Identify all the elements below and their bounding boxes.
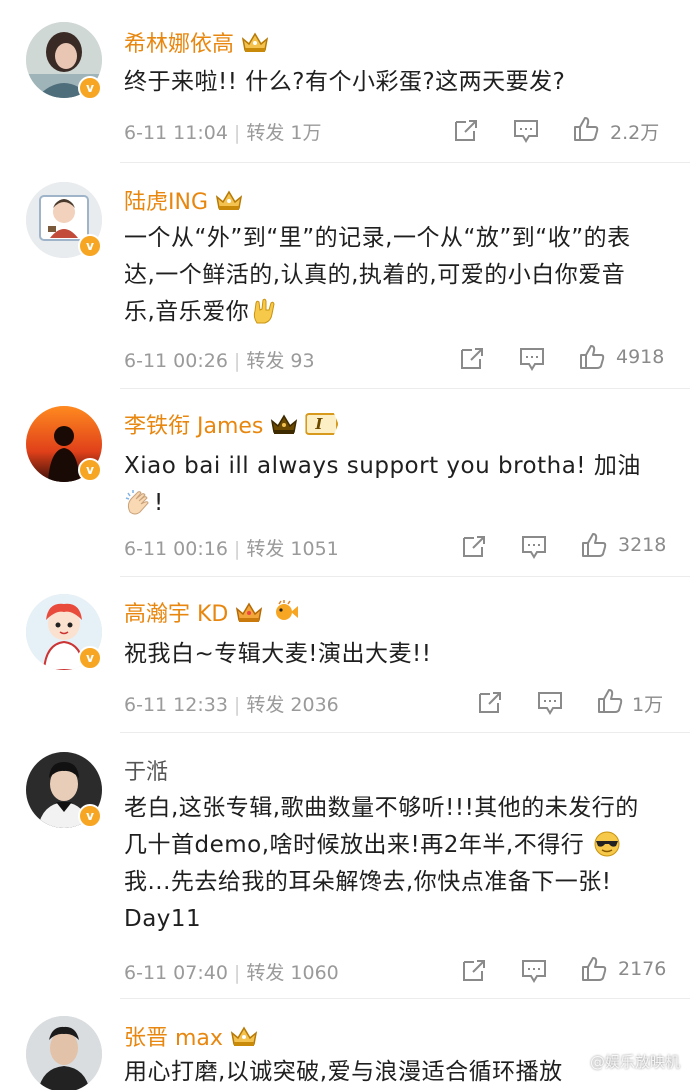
crown-icon: [229, 1024, 259, 1048]
comment-text: 老白,这张专辑,歌曲数量不够听!!!其他的未发行的几十首demo,啥时候放出来!…: [124, 790, 654, 938]
author-name[interactable]: 李铁衔 James I: [124, 408, 339, 440]
comment-3: v 李铁衔 James I Xiao bai ill always suppor…: [0, 388, 690, 576]
share-icon[interactable]: [460, 958, 488, 984]
avatar[interactable]: [26, 1016, 102, 1090]
comment-5: v 于湉 老白,这张专辑,歌曲数量不够听!!!其他的未发行的几十首demo,啥时…: [0, 732, 690, 998]
author-name[interactable]: 陆虎ING: [124, 184, 244, 216]
share-icon[interactable]: [460, 534, 488, 560]
like-icon[interactable]: [580, 532, 608, 558]
fish-icon: [270, 600, 300, 624]
comment-6: 张晋 max 用心打磨,以诚突破,爱与浪漫适合循环播放: [0, 998, 690, 1090]
comment-1: v 希林娜依高 终于来啦!! 什么?有个小彩蛋?这两天要发? 6-11 11:0…: [0, 0, 690, 162]
author-name-text: 李铁衔 James: [124, 414, 264, 439]
comment-text-line1: Xiao bai ill always support you brotha! …: [124, 453, 641, 479]
timestamp: 6-11 00:16: [124, 538, 228, 560]
comment-2: v 陆虎ING 一个从“外”到“里”的记录,一个从“放”到“收”的表达,一个鲜活…: [0, 162, 690, 388]
author-name[interactable]: 高瀚宇 KD: [124, 596, 300, 628]
comment-meta: 6-11 00:16 | 转发 1051: [124, 538, 339, 560]
share-icon[interactable]: [476, 690, 504, 716]
comment-text-part-a: 老白,这张专辑,歌曲数量不够听!!!其他的未发行的几十首demo,啥时候放出来!…: [124, 795, 639, 858]
author-name[interactable]: 于湉: [124, 754, 168, 786]
verified-badge-icon: v: [78, 458, 102, 482]
author-name-text: 希林娜依高: [124, 32, 235, 57]
verified-badge-icon: v: [78, 804, 102, 828]
comment-4: v 高瀚宇 KD 祝我白~专辑大麦!演出大麦!! 6-11 12:33 | 转发 2…: [0, 576, 690, 732]
rock-hand-emoji-icon: [249, 297, 279, 325]
crown-icon: [269, 412, 299, 436]
comment-text: 终于来啦!! 什么?有个小彩蛋?这两天要发?: [124, 69, 566, 95]
like-count: 1万: [632, 694, 664, 716]
watermark: @娱乐放映机: [589, 1053, 680, 1071]
author-name-text: 张晋 max: [124, 1026, 223, 1051]
comment-icon[interactable]: [520, 958, 548, 984]
repost-count: 1万: [290, 122, 322, 144]
crown-icon: [214, 188, 244, 212]
author-name[interactable]: 张晋 max: [124, 1020, 259, 1052]
like-icon[interactable]: [578, 344, 606, 370]
comment-text: 祝我白~专辑大麦!演出大麦!!: [124, 641, 432, 667]
like-count: 2176: [618, 958, 667, 980]
like-count: 3218: [618, 534, 667, 556]
timestamp: 6-11 07:40: [124, 962, 228, 984]
share-icon[interactable]: [458, 346, 486, 372]
comment-meta: 6-11 07:40 | 转发 1060: [124, 962, 339, 984]
clapping-hands-emoji-icon: [124, 488, 154, 516]
like-count: 4918: [616, 346, 665, 368]
verified-badge-icon: v: [78, 234, 102, 258]
comment-meta: 6-11 12:33 | 转发 2036: [124, 694, 339, 716]
like-icon[interactable]: [580, 956, 608, 982]
comment-text-body: 一个从“外”到“里”的记录,一个从“放”到“收”的表达,一个鲜活的,认真的,执着…: [124, 225, 631, 325]
crown-icon: [240, 30, 270, 54]
verified-badge-icon: v: [78, 76, 102, 100]
comment-icon[interactable]: [536, 690, 564, 716]
repost-count: 1060: [290, 962, 339, 984]
crown-icon: [234, 600, 264, 624]
repost-count: 93: [290, 350, 315, 372]
comment-meta: 6-11 11:04 | 转发 1万: [124, 122, 322, 144]
author-name-text: 高瀚宇 KD: [124, 602, 229, 627]
comment-text: 一个从“外”到“里”的记录,一个从“放”到“收”的表达,一个鲜活的,认真的,执着…: [124, 220, 644, 331]
comment-meta: 6-11 00:26 | 转发 93: [124, 350, 315, 372]
comment-text: Xiao bai ill always support you brotha! …: [124, 448, 674, 522]
verified-badge-icon: v: [78, 646, 102, 670]
sunglasses-emoji-icon: [592, 830, 622, 858]
repost-label: 转发: [246, 122, 285, 144]
author-name-text: 于湉: [124, 760, 169, 785]
comment-icon[interactable]: [512, 118, 540, 144]
repost-count: 2036: [290, 694, 339, 716]
timestamp: 6-11 11:04: [124, 122, 228, 144]
timestamp: 6-11 12:33: [124, 694, 228, 716]
like-icon[interactable]: [596, 688, 624, 714]
repost-count: 1051: [290, 538, 339, 560]
comment-text-line2: !: [154, 490, 164, 516]
share-icon[interactable]: [452, 118, 480, 144]
like-icon[interactable]: [572, 116, 600, 142]
comment-icon[interactable]: [520, 534, 548, 560]
like-count: 2.2万: [610, 122, 660, 144]
repost-label: 转发: [246, 350, 285, 372]
repost-label: 转发: [246, 694, 285, 716]
timestamp: 6-11 00:26: [124, 350, 228, 372]
repost-label: 转发: [246, 538, 285, 560]
author-name-text: 陆虎ING: [124, 190, 208, 215]
author-name[interactable]: 希林娜依高: [124, 26, 270, 58]
level-badge: I: [305, 413, 339, 435]
comment-text-part-b: 我...先去给我的耳朵解馋去,你快点准备下一张! Day11: [124, 869, 612, 932]
repost-label: 转发: [246, 962, 285, 984]
comment-icon[interactable]: [518, 346, 546, 372]
